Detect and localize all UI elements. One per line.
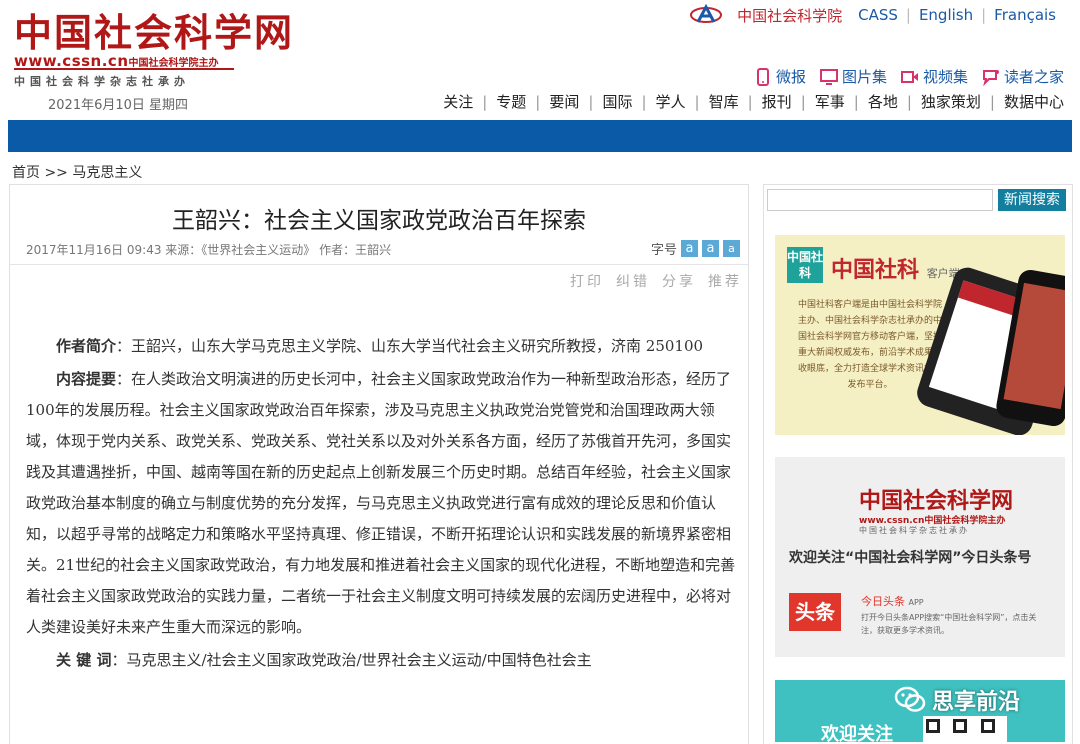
video-gallery-label: 视频集	[922, 68, 968, 86]
cass-logo-icon	[690, 4, 723, 23]
abstract-paragraph: 内容提要：在人类政治文明演进的历史长河中，社会主义国家政党政治作为一种新型政治形…	[26, 364, 736, 643]
toutiao-promo-banner[interactable]: 中国社会科学网 www.cssn.cn中国社会科学院主办 中国社会科学杂志社承办…	[775, 457, 1065, 657]
main-nav: 关注 | 专题 | 要闻 | 国际 | 学人 | 智库 | 报刊 | 军事 | 各地 | 独家策划…	[434, 91, 1064, 112]
photo-gallery-label: 图片集	[841, 68, 887, 86]
top-links: 中国社会科学院 CASS | English | Français	[689, 4, 1064, 26]
french-link[interactable]: Français	[986, 6, 1064, 24]
video-icon	[900, 70, 918, 83]
nav-item-junshi[interactable]: 军事	[806, 91, 854, 112]
nav-item-gedi[interactable]: 各地	[859, 91, 907, 112]
nav-item-baokan[interactable]: 报刊	[753, 91, 801, 112]
toutiao-logo-icon: 头条	[789, 593, 841, 631]
readers-home-label: 读者之家	[1003, 68, 1064, 86]
nav-item-guoji[interactable]: 国际	[593, 91, 641, 112]
font-size-label: 字号	[650, 243, 677, 258]
photo-gallery-link[interactable]: 图片集	[819, 66, 887, 87]
readers-home-link[interactable]: 读者之家	[982, 66, 1064, 87]
nav-item-data-center[interactable]: 数据中心	[995, 91, 1064, 112]
nav-item-zhiku[interactable]: 智库	[700, 91, 748, 112]
font-size-medium-button[interactable]: a	[702, 240, 719, 257]
font-size-large-button[interactable]: a	[681, 240, 698, 257]
logo-subtitle: 中国社会科学杂志社承办	[14, 75, 190, 88]
author-label: 作者简介	[56, 337, 117, 355]
app-promo-title-text: 中国社科	[831, 258, 920, 283]
monitor-icon	[819, 68, 838, 85]
toutiao-app-name: 今日头条 APP	[861, 593, 924, 609]
chat-icon	[982, 69, 999, 86]
nav-bar-band	[8, 120, 1072, 152]
abstract-text: ：在人类政治文明演进的历史长河中，社会主义国家政党政治作为一种新型政治形态，经历…	[26, 370, 736, 636]
qr-code-image	[923, 716, 1007, 742]
report-error-button[interactable]: 纠错	[616, 271, 650, 291]
meta-divider	[10, 264, 748, 265]
logo-divider	[14, 68, 234, 70]
keywords-text: ：马克思主义/社会主义国家政党政治/世界社会主义运动/中国特色社会主	[111, 651, 592, 669]
author-text: ：王韶兴，山东大学马克思主义学院、山东大学当代社会主义研究所教授，济南 2501…	[116, 337, 704, 355]
app-promo-title: 中国社科 客户端	[831, 252, 960, 284]
breadcrumb[interactable]: 首页 >> 马克思主义	[12, 162, 142, 182]
watermark-text: 思享前沿	[932, 690, 1021, 715]
cass-cn-link[interactable]: 中国社会科学院	[729, 5, 850, 26]
current-date: 2021年6月10日 星期四	[48, 98, 189, 113]
toutiao-app-text: APP	[908, 598, 924, 607]
news-search-input[interactable]	[767, 189, 993, 211]
share-button[interactable]: 分享	[662, 271, 696, 291]
toutiao-promo-headline: 欢迎关注“中国社会科学网”今日头条号	[789, 550, 1032, 566]
nav-item-yaowen[interactable]: 要闻	[540, 91, 588, 112]
article-panel: 王韶兴：社会主义国家政党政治百年探索 2017年11月16日 09:43 来源：…	[9, 184, 749, 744]
media-links: 微报 图片集 视频集 读者之家	[754, 66, 1064, 87]
weibao-link[interactable]: 微报	[754, 66, 806, 87]
author-paragraph: 作者简介：王韶兴，山东大学马克思主义学院、山东大学当代社会主义研究所教授，济南 …	[26, 331, 736, 362]
wechat-watermark: 思享前沿	[894, 684, 1020, 716]
app-icon: 中国社科	[787, 247, 823, 283]
article-meta: 2017年11月16日 09:43 来源：《世界社会主义运动》 作者：王韶兴	[26, 243, 392, 257]
video-gallery-link[interactable]: 视频集	[900, 66, 968, 87]
article-tools: 打印 纠错 分享 推荐	[570, 271, 742, 291]
toutiao-description: 打开今日头条APP搜索“中国社会科学网”，点击关注，获取更多学术资讯。	[861, 613, 1037, 635]
site-logo[interactable]: 中国社会科学网	[14, 2, 294, 57]
toutiao-promo-sub: 中国社会科学杂志社承办	[859, 526, 969, 535]
font-size-small-button[interactable]: a	[723, 240, 740, 257]
font-size-controls: 字号 a a a	[651, 239, 740, 258]
english-link[interactable]: English	[911, 6, 981, 24]
cass-link[interactable]: CASS	[850, 6, 906, 24]
keywords-paragraph: 关 键 词：马克思主义/社会主义国家政党政治/世界社会主义运动/中国特色社会主	[26, 645, 736, 676]
toutiao-promo-logo: 中国社会科学网	[859, 488, 1014, 514]
nav-item-guanzhu[interactable]: 关注	[434, 91, 482, 112]
keywords-label: 关 键 词	[56, 651, 112, 669]
nav-item-dujia[interactable]: 独家策划	[912, 91, 990, 112]
weibao-label: 微报	[775, 68, 806, 86]
news-search-button[interactable]: 新闻搜索	[998, 189, 1066, 211]
article-body: 作者简介：王韶兴，山东大学马克思主义学院、山东大学当代社会主义研究所教授，济南 …	[26, 331, 736, 677]
toutiao-name-text: 今日头条	[861, 595, 905, 608]
article-title: 王韶兴：社会主义国家政党政治百年探索	[172, 208, 586, 234]
recommend-button[interactable]: 推荐	[708, 271, 742, 291]
wechat-icon	[894, 686, 926, 712]
phone-icon	[756, 67, 769, 86]
wechat-promo-welcome: 欢迎关注	[821, 724, 893, 742]
abstract-label: 内容提要	[56, 370, 117, 388]
nav-item-zhuanti[interactable]: 专题	[487, 91, 535, 112]
app-promo-banner[interactable]: 中国社科 中国社科 客户端 中国社科客户端是由中国社会科学院主办、中国社会科学杂…	[775, 235, 1065, 435]
nav-item-xueren[interactable]: 学人	[647, 91, 695, 112]
print-button[interactable]: 打印	[570, 271, 604, 291]
